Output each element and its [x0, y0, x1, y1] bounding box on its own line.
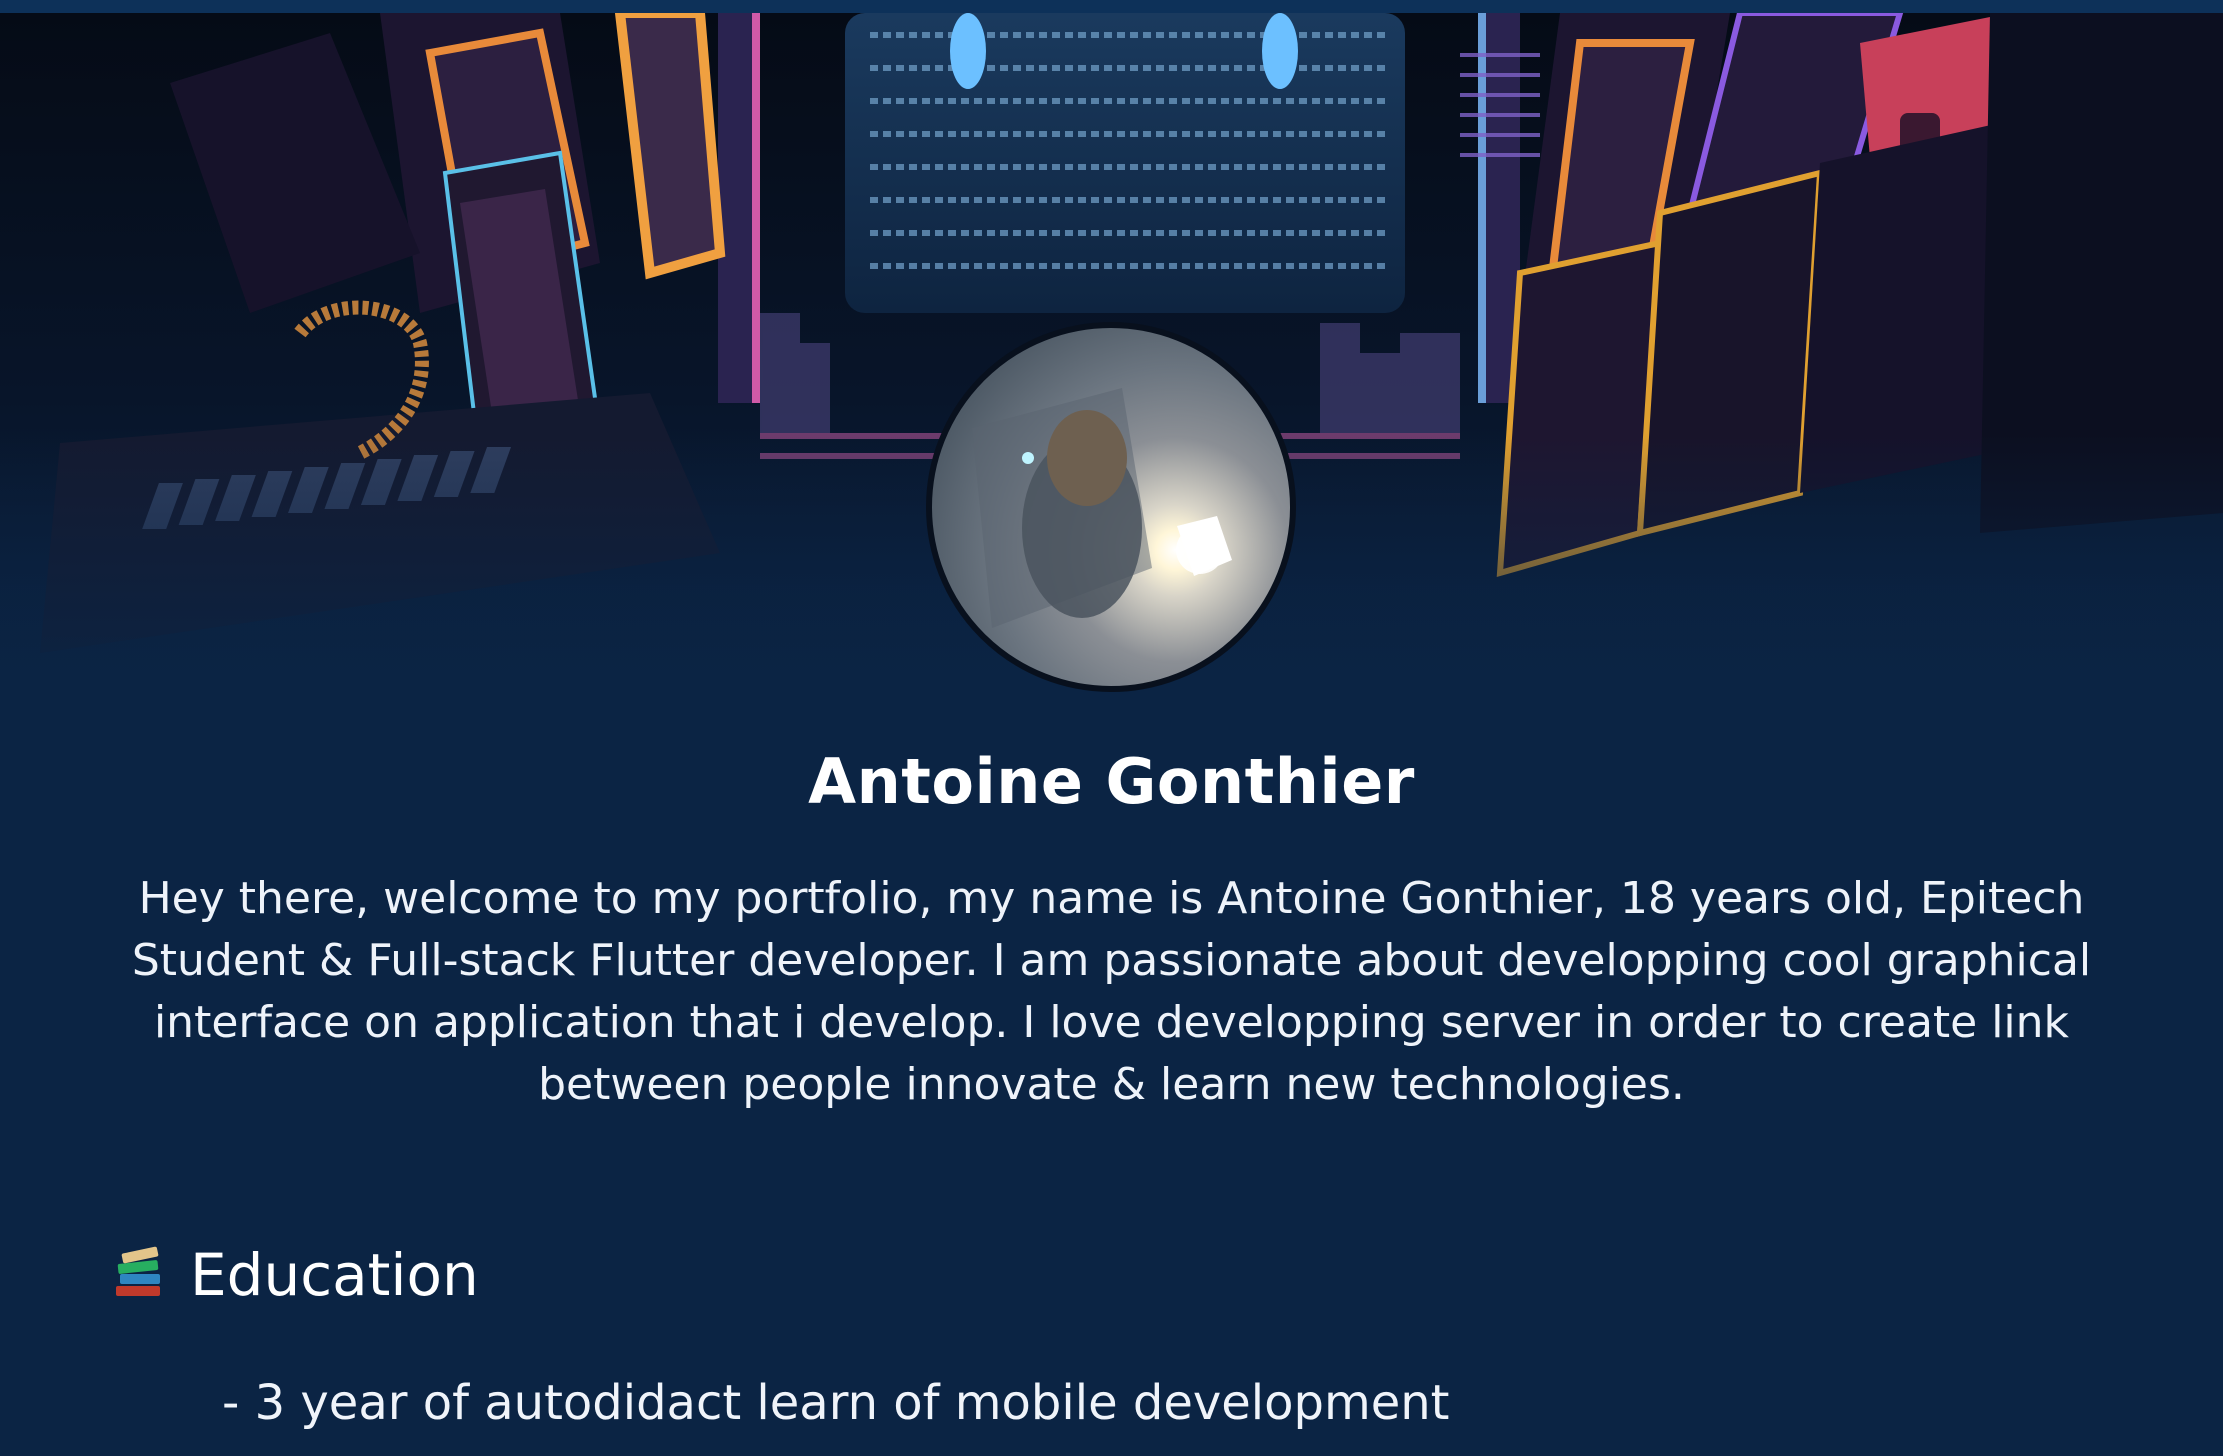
profile-avatar [926, 322, 1296, 692]
education-list: - 3 year of autodidact learn of mobile d… [222, 1372, 2202, 1434]
education-title: Education [190, 1241, 479, 1309]
list-item: - 3 year of autodidact learn of mobile d… [222, 1375, 1450, 1431]
top-bar [0, 0, 2223, 13]
books-icon [112, 1246, 166, 1304]
profile-bio: Hey there, welcome to my portfolio, my n… [131, 873, 2092, 1110]
avatar-photo [972, 388, 1232, 628]
education-heading: Education [112, 1240, 479, 1310]
profile-name: Antoine Gonthier [808, 745, 1415, 818]
